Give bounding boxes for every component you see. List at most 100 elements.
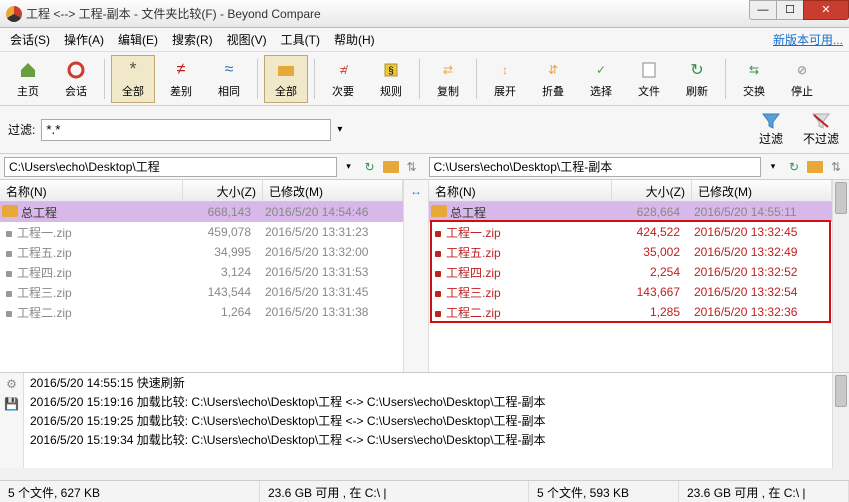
filter-dropdown-icon[interactable]: ▾ (337, 124, 342, 135)
file-row[interactable]: 工程一.zip424,5222016/5/20 13:32:45 (429, 222, 832, 242)
menu-edit[interactable]: 编辑(E) (114, 29, 162, 50)
session-button[interactable]: 会话 (54, 55, 98, 103)
cell-date: 2016/5/20 13:31:45 (261, 285, 401, 299)
left-col-headers: 名称(N) 大小(Z) 已修改(M) (0, 180, 403, 202)
refresh-button[interactable]: ↻刷新 (675, 55, 719, 103)
minimize-button[interactable]: — (749, 0, 777, 20)
swap-icon: ⇆ (743, 59, 765, 81)
vertical-scrollbar[interactable] (832, 180, 849, 372)
folder-row[interactable]: 总工程668,1432016/5/20 14:54:46 (0, 202, 403, 222)
swap-panes-button[interactable]: ↔ (406, 182, 426, 200)
log-body[interactable]: 2016/5/20 14:55:15 快速刷新2016/5/20 15:19:1… (24, 373, 832, 468)
col-name[interactable]: 名称(N) (0, 180, 183, 201)
cell-size: 668,143 (181, 205, 261, 219)
separator (725, 59, 726, 99)
file-row[interactable]: 工程五.zip34,9952016/5/20 13:32:00 (0, 242, 403, 262)
file-row[interactable]: 工程四.zip3,1242016/5/20 13:31:53 (0, 262, 403, 282)
svg-text:§: § (388, 66, 394, 77)
right-history-icon[interactable]: ↻ (785, 158, 803, 176)
col-size[interactable]: 大小(Z) (183, 180, 263, 201)
cell-size: 459,078 (181, 225, 261, 239)
folder-row[interactable]: 总工程628,6642016/5/20 14:55:11 (429, 202, 832, 222)
maximize-button[interactable]: ☐ (776, 0, 804, 20)
right-path-input[interactable] (429, 157, 762, 177)
approx-icon: ≈ (218, 59, 240, 81)
apply-filter-button[interactable]: 过滤 (751, 112, 791, 147)
bullet-icon (6, 291, 12, 297)
swap-button[interactable]: ⇆交换 (732, 55, 776, 103)
col-size[interactable]: 大小(Z) (612, 180, 692, 201)
separator (104, 59, 105, 99)
file-row[interactable]: 工程二.zip1,2642016/5/20 13:31:38 (0, 302, 403, 322)
status-right-disk: 23.6 GB 可用 , 在 C:\ | (679, 481, 849, 502)
right-sort-icon[interactable]: ⇅ (827, 158, 845, 176)
cell-date: 2016/5/20 13:31:23 (261, 225, 401, 239)
collapse-icon: ⇵ (542, 59, 564, 81)
log-gutter: ⚙ 💾 (0, 373, 24, 468)
menu-session[interactable]: 会话(S) (6, 29, 54, 50)
cell-size: 35,002 (610, 245, 690, 259)
structure-all-button[interactable]: 全部 (264, 55, 308, 103)
col-name[interactable]: 名称(N) (429, 180, 612, 201)
left-path-cell: ▾ ↻ ⇅ (0, 154, 425, 179)
cell-name: 工程四.zip (2, 264, 181, 281)
cell-date: 2016/5/20 14:54:46 (261, 205, 401, 219)
col-date[interactable]: 已修改(M) (692, 180, 832, 201)
funnel-off-icon (811, 112, 831, 130)
bullet-icon (6, 271, 12, 277)
files-button[interactable]: 文件 (627, 55, 671, 103)
menu-help[interactable]: 帮助(H) (330, 29, 379, 50)
cell-date: 2016/5/20 13:32:49 (690, 245, 830, 259)
left-history-icon[interactable]: ↻ (361, 158, 379, 176)
cell-size: 34,995 (181, 245, 261, 259)
cell-size: 143,544 (181, 285, 261, 299)
filter-input[interactable] (41, 119, 331, 141)
left-path-dropdown[interactable]: ▾ (340, 158, 358, 176)
menu-action[interactable]: 操作(A) (60, 29, 108, 50)
update-link[interactable]: 新版本可用... (773, 31, 843, 48)
clear-filter-button[interactable]: 不过滤 (801, 112, 841, 147)
minor-icon: ≠̸ (332, 59, 354, 81)
col-date[interactable]: 已修改(M) (263, 180, 403, 201)
gear-icon[interactable]: ⚙ (6, 377, 17, 391)
file-row[interactable]: 工程三.zip143,5442016/5/20 13:31:45 (0, 282, 403, 302)
folder-icon (431, 205, 447, 217)
cell-date: 2016/5/20 13:31:53 (261, 265, 401, 279)
collapse-button[interactable]: ⇵折叠 (531, 55, 575, 103)
save-log-icon[interactable]: 💾 (4, 397, 19, 411)
same-button[interactable]: ≈相同 (207, 55, 251, 103)
bullet-icon (6, 231, 12, 237)
left-path-input[interactable] (4, 157, 337, 177)
bullet-icon (435, 271, 441, 277)
right-browse-icon[interactable] (806, 158, 824, 176)
menu-search[interactable]: 搜索(R) (168, 29, 217, 50)
separator (476, 59, 477, 99)
file-row[interactable]: 工程五.zip35,0022016/5/20 13:32:49 (429, 242, 832, 262)
log-line: 2016/5/20 15:19:25 加载比较: C:\Users\echo\D… (24, 411, 832, 430)
stop-button[interactable]: ⊘停止 (780, 55, 824, 103)
log-line: 2016/5/20 14:55:15 快速刷新 (24, 373, 832, 392)
right-path-dropdown[interactable]: ▾ (764, 158, 782, 176)
file-row[interactable]: 工程一.zip459,0782016/5/20 13:31:23 (0, 222, 403, 242)
minor-button[interactable]: ≠̸次要 (321, 55, 365, 103)
file-row[interactable]: 工程四.zip2,2542016/5/20 13:32:52 (429, 262, 832, 282)
left-sort-icon[interactable]: ⇅ (403, 158, 421, 176)
separator (419, 59, 420, 99)
file-row[interactable]: 工程三.zip143,6672016/5/20 13:32:54 (429, 282, 832, 302)
log-scrollbar[interactable] (832, 373, 849, 468)
file-row[interactable]: 工程二.zip1,2852016/5/20 13:32:36 (429, 302, 832, 322)
log-section: ⚙ 💾 2016/5/20 14:55:15 快速刷新2016/5/20 15:… (0, 372, 849, 468)
copy-button[interactable]: ⇄复制 (426, 55, 470, 103)
cell-date: 2016/5/20 13:32:52 (690, 265, 830, 279)
left-browse-icon[interactable] (382, 158, 400, 176)
all-button[interactable]: *全部 (111, 55, 155, 103)
close-button[interactable]: ✕ (803, 0, 849, 20)
menu-tools[interactable]: 工具(T) (277, 29, 324, 50)
diff-button[interactable]: ≠差别 (159, 55, 203, 103)
select-button[interactable]: ✓选择 (579, 55, 623, 103)
menu-view[interactable]: 视图(V) (223, 29, 271, 50)
expand-button[interactable]: ↕展开 (483, 55, 527, 103)
rules-button[interactable]: §规则 (369, 55, 413, 103)
right-col-headers: 名称(N) 大小(Z) 已修改(M) (429, 180, 832, 202)
home-button[interactable]: 主页 (6, 55, 50, 103)
